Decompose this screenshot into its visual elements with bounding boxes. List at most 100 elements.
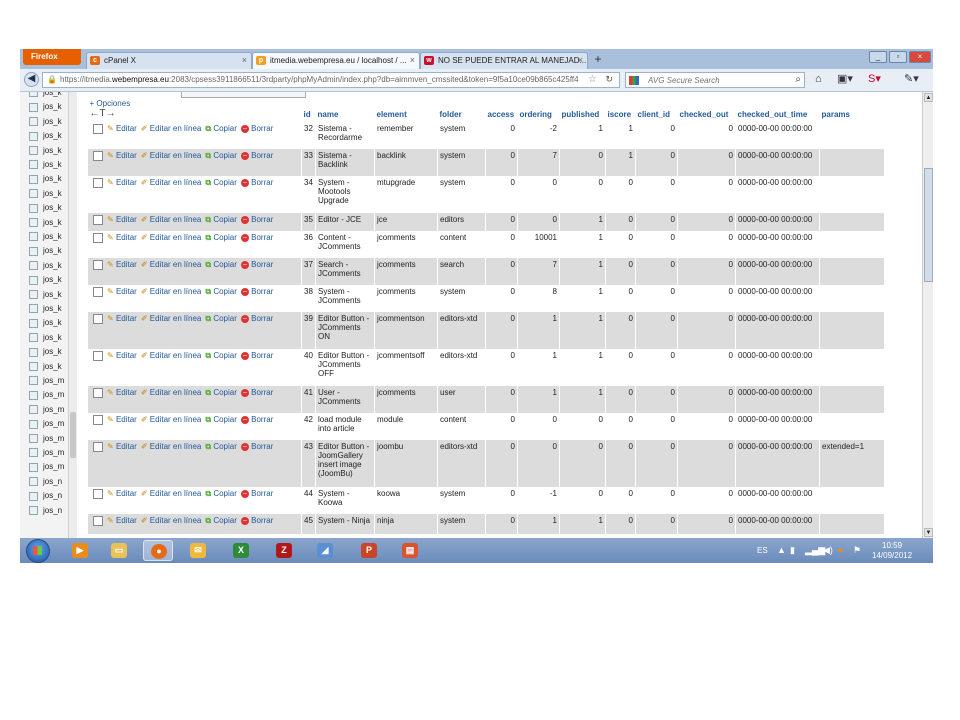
row-checkbox[interactable] [93, 151, 103, 161]
search-input[interactable] [648, 74, 778, 86]
close-tab-icon[interactable]: × [242, 53, 247, 68]
col-iscore[interactable]: iscore [605, 106, 636, 122]
row-checkbox[interactable] [93, 415, 103, 425]
copy-button[interactable]: ⧉ Copiar [205, 489, 237, 498]
restore-button[interactable]: ▫ [889, 51, 907, 63]
sidebar-table-item[interactable]: jos_k [29, 100, 62, 114]
sidebar-table-item[interactable]: jos_m [29, 374, 64, 388]
tab-webempresa[interactable]: w NO SE PUEDE ENTRAR AL MANEJAD... × [420, 52, 588, 69]
sidebar-table-item[interactable]: jos_k [29, 273, 62, 287]
sort-arrows[interactable]: ←T→ [90, 108, 116, 119]
new-tab-button[interactable]: + [590, 52, 606, 68]
excel-icon[interactable]: X [226, 540, 256, 561]
sidebar-table-item[interactable]: jos_k [29, 316, 62, 330]
sidebar-table-item[interactable]: jos_k [29, 129, 62, 143]
options-link[interactable]: + Opciones [90, 99, 300, 108]
edit-button[interactable]: ✎ Editar [107, 178, 137, 187]
inline-edit-button[interactable]: ✐ Editar en línea [141, 233, 202, 242]
col-checked-out[interactable]: checked_out [677, 106, 736, 122]
col-params[interactable]: params [819, 106, 884, 122]
row-checkbox[interactable] [93, 516, 103, 526]
delete-button[interactable]: – Borrar [240, 287, 273, 296]
delete-button[interactable]: – Borrar [240, 489, 273, 498]
search-icon[interactable]: ⌕ [795, 74, 801, 85]
bookmark-star-icon[interactable]: ☆ [588, 74, 597, 85]
show-hidden-icon[interactable]: ▲ [777, 545, 786, 555]
row-checkbox[interactable] [93, 260, 103, 270]
col-element[interactable]: element [374, 106, 438, 122]
delete-button[interactable]: – Borrar [240, 442, 273, 451]
delete-button[interactable]: – Borrar [240, 124, 273, 133]
close-tab-icon[interactable]: × [578, 53, 583, 68]
edit-button[interactable]: ✎ Editar [107, 215, 137, 224]
firefox-menu-button[interactable]: Firefox [23, 49, 81, 65]
powerpoint-icon[interactable]: P [354, 540, 384, 561]
inline-edit-button[interactable]: ✐ Editar en línea [141, 442, 202, 451]
copy-button[interactable]: ⧉ Copiar [205, 151, 237, 160]
bookmarks-icon[interactable]: ▣▾ [837, 73, 853, 86]
app-icon[interactable]: ◢ [310, 540, 340, 561]
sidebar-table-item[interactable]: jos_k [29, 115, 62, 129]
copy-button[interactable]: ⧉ Copiar [205, 415, 237, 424]
sidebar-table-item[interactable]: jos_k [29, 187, 62, 201]
row-checkbox[interactable] [93, 388, 103, 398]
row-checkbox[interactable] [93, 215, 103, 225]
copy-button[interactable]: ⧉ Copiar [205, 287, 237, 296]
clock[interactable]: 10:59 14/09/2012 [872, 541, 912, 561]
copy-button[interactable]: ⧉ Copiar [205, 351, 237, 360]
copy-button[interactable]: ⧉ Copiar [205, 314, 237, 323]
sidebar-table-item[interactable]: jos_n [29, 504, 62, 518]
sidebar-table-item[interactable]: jos_k [29, 172, 62, 186]
filezilla-icon[interactable]: Z [269, 540, 299, 561]
edit-button[interactable]: ✎ Editar [107, 415, 137, 424]
sidebar-scrollbar[interactable] [68, 92, 77, 538]
sidebar-table-item[interactable]: jos_m [29, 403, 64, 417]
sidebar-table-item[interactable]: jos_k [29, 144, 62, 158]
sidebar-table-item[interactable]: jos_n [29, 475, 62, 489]
edit-button[interactable]: ✎ Editar [107, 260, 137, 269]
sidebar-table-item[interactable]: jos_k [29, 244, 62, 258]
inline-edit-button[interactable]: ✐ Editar en línea [141, 489, 202, 498]
edit-button[interactable]: ✎ Editar [107, 388, 137, 397]
close-tab-icon[interactable]: × [410, 53, 415, 68]
sidebar-table-item[interactable]: jos_m [29, 417, 64, 431]
edit-button[interactable]: ✎ Editar [107, 442, 137, 451]
col-folder[interactable]: folder [437, 106, 486, 122]
reload-icon[interactable]: ↻ [605, 74, 613, 85]
row-checkbox[interactable] [93, 178, 103, 188]
delete-button[interactable]: – Borrar [240, 151, 273, 160]
row-checkbox[interactable] [93, 287, 103, 297]
delete-button[interactable]: – Borrar [240, 233, 273, 242]
sidebar-table-item[interactable]: jos_k [29, 216, 62, 230]
sidebar-table-item[interactable]: jos_k [29, 201, 62, 215]
sidebar-table-item[interactable]: jos_k [29, 230, 62, 244]
delete-button[interactable]: – Borrar [240, 415, 273, 424]
outlook-icon[interactable]: ✉ [183, 540, 213, 561]
sidebar-table-item[interactable]: jos_m [29, 432, 64, 446]
url-bar[interactable]: 🔒 https://itmedia.webempresa.eu:2083/cps… [42, 72, 620, 88]
row-checkbox[interactable] [93, 351, 103, 361]
copy-button[interactable]: ⧉ Copiar [205, 178, 237, 187]
col-checked-out-time[interactable]: checked_out_time [735, 106, 820, 122]
row-checkbox[interactable] [93, 489, 103, 499]
search-box[interactable]: ⌕ [625, 72, 805, 88]
edit-button[interactable]: ✎ Editar [107, 351, 137, 360]
page-scrollbar[interactable]: ▲ ▼ [922, 92, 933, 538]
delete-button[interactable]: – Borrar [240, 260, 273, 269]
col-client-id[interactable]: client_id [635, 106, 678, 122]
delete-button[interactable]: – Borrar [240, 215, 273, 224]
copy-button[interactable]: ⧉ Copiar [205, 260, 237, 269]
inline-edit-button[interactable]: ✐ Editar en línea [141, 388, 202, 397]
col-published[interactable]: published [559, 106, 606, 122]
explorer-icon[interactable]: ▭ [104, 540, 134, 561]
edit-button[interactable]: ✎ Editar [107, 516, 137, 525]
media-player-icon[interactable]: ▶ [65, 540, 95, 561]
inline-edit-button[interactable]: ✐ Editar en línea [141, 215, 202, 224]
home-icon[interactable]: ⌂ [815, 73, 822, 86]
sidebar-table-item[interactable]: jos_m [29, 446, 64, 460]
edit-button[interactable]: ✎ Editar [107, 151, 137, 160]
flag-icon[interactable]: ⚑ [853, 545, 861, 556]
edit-button[interactable]: ✎ Editar [107, 287, 137, 296]
col-ordering[interactable]: ordering [517, 106, 560, 122]
language-indicator[interactable]: ES [757, 546, 768, 555]
